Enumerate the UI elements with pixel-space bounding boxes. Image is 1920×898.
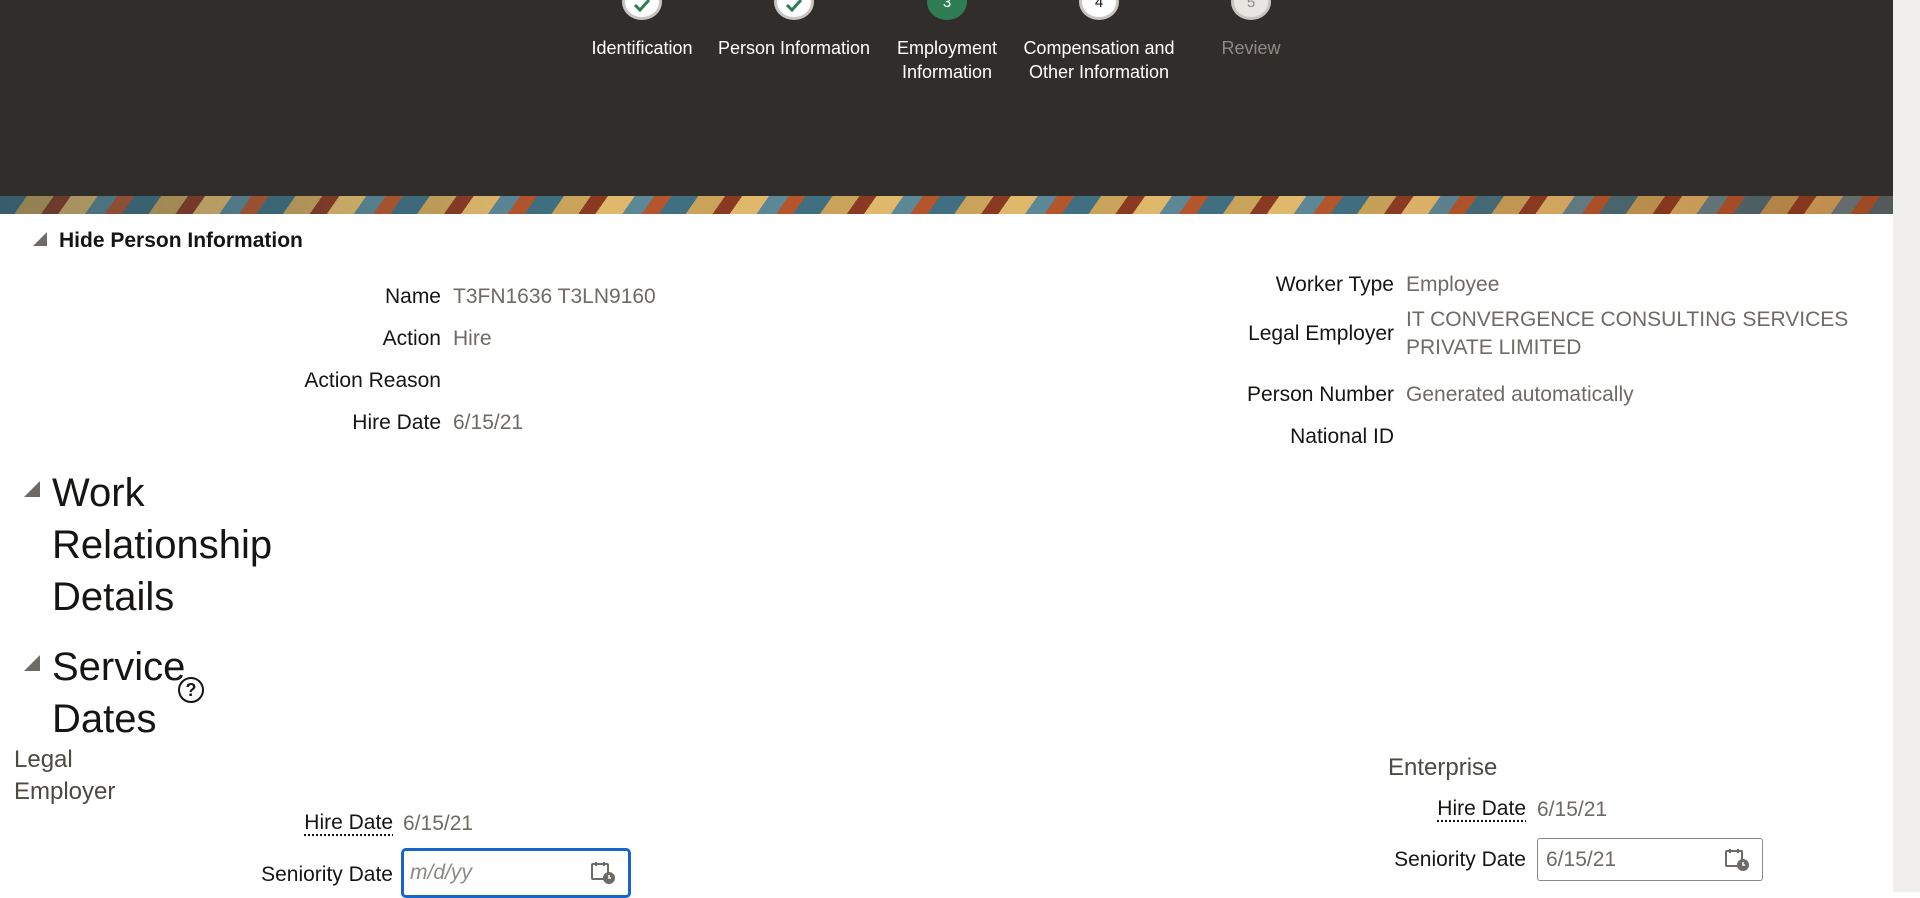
section-title-line: Dates bbox=[52, 697, 157, 741]
heading-line: Employer bbox=[14, 778, 116, 805]
banner-shade bbox=[0, 196, 1893, 214]
heading-line: Legal bbox=[14, 746, 73, 773]
train-stop-label: Identification bbox=[591, 38, 693, 58]
calendar-icon[interactable] bbox=[1724, 848, 1750, 872]
legal-employer-value-line1: IT CONVERGENCE CONSULTING SERVICES bbox=[1406, 308, 1849, 331]
disclosure-triangle-icon bbox=[33, 232, 47, 246]
hire-date-label: Hire Date bbox=[352, 411, 441, 434]
disclosure-triangle-icon bbox=[24, 481, 40, 497]
scrollbar-gutter[interactable] bbox=[1893, 0, 1920, 892]
section-title-line: Service bbox=[52, 645, 186, 689]
step-number-badge: 3 bbox=[927, 0, 967, 20]
calendar-icon[interactable] bbox=[590, 861, 616, 885]
check-icon bbox=[774, 0, 814, 20]
section-title-line: Details bbox=[52, 575, 175, 619]
process-train: Identification Person Information 3 Empl… bbox=[0, 0, 1893, 196]
action-reason-label: Action Reason bbox=[304, 369, 441, 392]
national-id-label: National ID bbox=[1290, 425, 1394, 448]
person-number-label: Person Number bbox=[1246, 383, 1394, 406]
person-number-value: Generated automatically bbox=[1406, 383, 1634, 406]
step-number-badge: 4 bbox=[1079, 0, 1119, 20]
step-number-badge: 5 bbox=[1231, 0, 1271, 20]
train-stop-label: Compensation and Other Information bbox=[1023, 38, 1175, 82]
check-icon bbox=[622, 0, 662, 20]
legal-employer-label: Legal Employer bbox=[1248, 322, 1394, 345]
help-icon[interactable]: ? bbox=[178, 677, 204, 703]
hire-date-value: 6/15/21 bbox=[453, 411, 524, 434]
train-stop-label: Review bbox=[1221, 38, 1281, 58]
action-label: Action bbox=[382, 327, 441, 350]
worker-type-label: Worker Type bbox=[1275, 273, 1394, 296]
le-seniority-date-input[interactable]: m/d/yy bbox=[401, 848, 631, 898]
disclosure-triangle-icon bbox=[24, 655, 40, 671]
seniority-date-value: 6/15/21 bbox=[1546, 847, 1617, 871]
section-title-line: Work bbox=[52, 471, 145, 515]
hide-person-information-toggle[interactable]: Hide Person Information bbox=[33, 230, 303, 252]
service-dates-toggle[interactable]: Service Dates bbox=[24, 641, 294, 745]
legal-employer-value-line2: PRIVATE LIMITED bbox=[1406, 336, 1582, 359]
section-title-line: Relationship bbox=[52, 523, 273, 567]
le-hire-date-value: 6/15/21 bbox=[403, 812, 474, 835]
toggle-label: Hide Person Information bbox=[59, 229, 303, 252]
ent-seniority-date-label: Seniority Date bbox=[1394, 848, 1526, 871]
ent-hire-date-value: 6/15/21 bbox=[1537, 798, 1608, 821]
work-relationship-details-toggle[interactable]: Work Relationship Details bbox=[24, 467, 294, 623]
legal-employer-heading: Legal Employer bbox=[14, 744, 115, 808]
name-value: T3FN1636 T3LN9160 bbox=[453, 285, 656, 308]
seniority-date-placeholder: m/d/yy bbox=[410, 861, 472, 884]
ent-hire-date-label[interactable]: Hire Date bbox=[1437, 797, 1526, 821]
le-seniority-date-label: Seniority Date bbox=[261, 863, 393, 886]
name-label: Name bbox=[384, 285, 441, 308]
le-hire-date-label[interactable]: Hire Date bbox=[304, 811, 393, 835]
worker-type-value: Employee bbox=[1406, 273, 1500, 296]
train-stop-label: Employment Information bbox=[896, 38, 998, 82]
section-title: Service Dates bbox=[52, 641, 185, 745]
enterprise-heading: Enterprise bbox=[1388, 754, 1498, 781]
section-title: Work Relationship Details bbox=[52, 467, 272, 623]
action-value: Hire bbox=[453, 327, 492, 350]
train-stop-label: Person Information bbox=[717, 38, 871, 58]
process-train-header: Identification Person Information 3 Empl… bbox=[0, 0, 1893, 196]
ent-seniority-date-input[interactable]: 6/15/21 bbox=[1537, 838, 1763, 881]
